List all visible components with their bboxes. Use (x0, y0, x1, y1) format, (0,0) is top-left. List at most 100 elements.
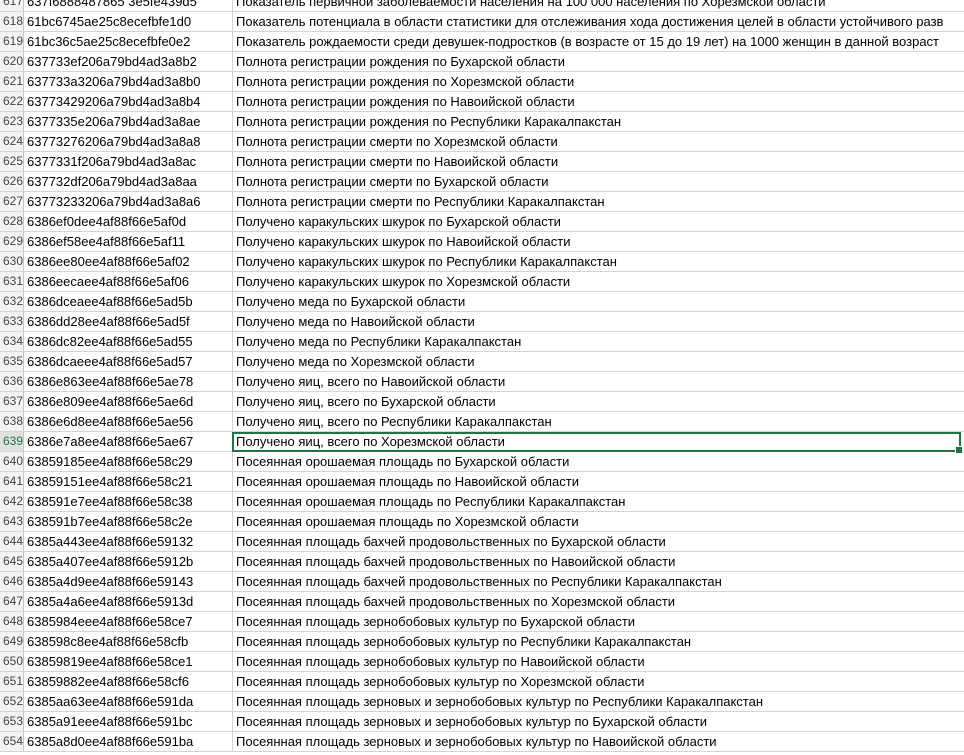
cell-name[interactable]: Посеянная площадь бахчей продовольственн… (233, 532, 964, 551)
cell-id[interactable]: 63859185ee4af88f66e58c29 (24, 452, 233, 471)
cell-id[interactable]: 637732df206a79bd4ad3a8aa (24, 172, 233, 191)
cell-id[interactable]: 6385984eee4af88f66e58ce7 (24, 612, 233, 631)
cell-name[interactable]: Получено меда по Бухарской области (233, 292, 964, 311)
cell-id[interactable]: 6386e7a8ee4af88f66e5ae67 (24, 432, 233, 451)
cell-id[interactable]: 6386ef58ee4af88f66e5af11 (24, 232, 233, 251)
row-header[interactable]: 629 (0, 232, 24, 251)
row-header[interactable]: 631 (0, 272, 24, 291)
cell-id[interactable]: 6386dceaee4af88f66e5ad5b (24, 292, 233, 311)
row-header[interactable]: 638 (0, 412, 24, 431)
row-header[interactable]: 639 (0, 432, 24, 451)
row-header[interactable]: 649 (0, 632, 24, 651)
cell-name[interactable]: Показатель первичной заболеваемости насе… (233, 0, 964, 11)
cell-name[interactable]: Полнота регистрации смерти по Бухарской … (233, 172, 964, 191)
cell-name[interactable]: Посеянная орошаемая площадь по Бухарской… (233, 452, 964, 471)
cell-name[interactable]: Посеянная площадь зерновых и зернобобовы… (233, 692, 964, 711)
row-header[interactable]: 620 (0, 52, 24, 71)
row-header[interactable]: 654 (0, 732, 24, 751)
cell-name[interactable]: Получено меда по Навоийской области (233, 312, 964, 331)
cell-id[interactable]: 6386dc82ee4af88f66e5ad55 (24, 332, 233, 351)
row-header[interactable]: 633 (0, 312, 24, 331)
row-header[interactable]: 640 (0, 452, 24, 471)
cell-id[interactable]: 6377335e206a79bd4ad3a8ae (24, 112, 233, 131)
cell-name[interactable]: Посеянная площадь зерновых и зернобобовы… (233, 732, 964, 751)
cell-id[interactable]: 63859819ee4af88f66e58ce1 (24, 652, 233, 671)
row-header[interactable]: 635 (0, 352, 24, 371)
cell-name[interactable]: Полнота регистрации смерти по Хорезмской… (233, 132, 964, 151)
row-header[interactable]: 641 (0, 472, 24, 491)
cell-id[interactable]: 6385a91eee4af88f66e591bc (24, 712, 233, 731)
cell-id[interactable]: 638591b7ee4af88f66e58c2e (24, 512, 233, 531)
cell-name[interactable]: Получено каракульских шкурок по Республи… (233, 252, 964, 271)
row-header[interactable]: 618 (0, 12, 24, 31)
cell-name[interactable]: Получено каракульских шкурок по Хорезмск… (233, 272, 964, 291)
cell-id[interactable]: 6385a443ee4af88f66e59132 (24, 532, 233, 551)
cell-name[interactable]: Получено яиц, всего по Навоийской област… (233, 372, 964, 391)
cell-name[interactable]: Посеянная площадь бахчей продовольственн… (233, 592, 964, 611)
cell-name[interactable]: Посеянная площадь бахчей продовольственн… (233, 572, 964, 591)
cell-name[interactable]: Получено меда по Хорезмской области (233, 352, 964, 371)
row-header[interactable]: 627 (0, 192, 24, 211)
cell-name[interactable]: Посеянная площадь зернобобовых культур п… (233, 652, 964, 671)
cell-id[interactable]: 6385a4a6ee4af88f66e5913d (24, 592, 233, 611)
row-header[interactable]: 636 (0, 372, 24, 391)
row-header[interactable]: 619 (0, 32, 24, 51)
cell-name[interactable]: Показатель рождаемости среди девушек-под… (233, 32, 964, 51)
cell-id[interactable]: 6386e6d8ee4af88f66e5ae56 (24, 412, 233, 431)
cell-id[interactable]: 6386e863ee4af88f66e5ae78 (24, 372, 233, 391)
row-header[interactable]: 624 (0, 132, 24, 151)
cell-id[interactable]: 6386dd28ee4af88f66e5ad5f (24, 312, 233, 331)
cell-name[interactable]: Полнота регистрации рождения по Бухарско… (233, 52, 964, 71)
cell-id[interactable]: 63773276206a79bd4ad3a8a8 (24, 132, 233, 151)
cell-id[interactable]: 6386ef0dee4af88f66e5af0d (24, 212, 233, 231)
cell-name[interactable]: Посеянная орошаемая площадь по Навоийско… (233, 472, 964, 491)
cell-name[interactable]: Посеянная орошаемая площадь по Республик… (233, 492, 964, 511)
row-header[interactable]: 623 (0, 112, 24, 131)
row-header[interactable]: 648 (0, 612, 24, 631)
row-header[interactable]: 626 (0, 172, 24, 191)
cell-id[interactable]: 6377331f206a79bd4ad3a8ac (24, 152, 233, 171)
row-header[interactable]: 651 (0, 672, 24, 691)
row-header[interactable]: 632 (0, 292, 24, 311)
row-header[interactable]: 643 (0, 512, 24, 531)
row-header[interactable]: 647 (0, 592, 24, 611)
row-header[interactable]: 625 (0, 152, 24, 171)
cell-name[interactable]: Посеянная площадь зернобобовых культур п… (233, 632, 964, 651)
row-header[interactable]: 628 (0, 212, 24, 231)
cell-id[interactable]: 63773429206a79bd4ad3a8b4 (24, 92, 233, 111)
row-header[interactable]: 630 (0, 252, 24, 271)
cell-id[interactable]: 6385aa63ee4af88f66e591da (24, 692, 233, 711)
cell-id[interactable]: 6386e809ee4af88f66e5ae6d (24, 392, 233, 411)
row-header[interactable]: 617 (0, 0, 24, 11)
cell-id[interactable]: 637733ef206a79bd4ad3a8b2 (24, 52, 233, 71)
cell-id[interactable]: 63773233206a79bd4ad3a8a6 (24, 192, 233, 211)
cell-id[interactable]: 6385a4d9ee4af88f66e59143 (24, 572, 233, 591)
cell-name[interactable]: Получено яиц, всего по Республики Карака… (233, 412, 964, 431)
row-header[interactable]: 621 (0, 72, 24, 91)
cell-name[interactable]: Полнота регистрации смерти по Навоийской… (233, 152, 964, 171)
cell-id[interactable]: 6386dcaeee4af88f66e5ad57 (24, 352, 233, 371)
row-header[interactable]: 650 (0, 652, 24, 671)
cell-id[interactable]: 6386ee80ee4af88f66e5af02 (24, 252, 233, 271)
cell-name[interactable]: Посеянная площадь зернобобовых культур п… (233, 672, 964, 691)
cell-name[interactable]: Получено яиц, всего по Бухарской области (233, 392, 964, 411)
cell-name[interactable]: Получено каракульских шкурок по Навоийск… (233, 232, 964, 251)
cell-name[interactable]: Посеянная площадь зерновых и зернобобовы… (233, 712, 964, 731)
row-header[interactable]: 645 (0, 552, 24, 571)
row-header[interactable]: 637 (0, 392, 24, 411)
cell-name[interactable]: Получено меда по Республики Каракалпакст… (233, 332, 964, 351)
row-header[interactable]: 622 (0, 92, 24, 111)
cell-id[interactable]: 63859151ee4af88f66e58c21 (24, 472, 233, 491)
cell-id[interactable]: 637f6888487865 3e5fe439d5 (24, 0, 233, 11)
cell-id[interactable]: 6385a8d0ee4af88f66e591ba (24, 732, 233, 751)
cell-id[interactable]: 63859882ee4af88f66e58cf6 (24, 672, 233, 691)
cell-name[interactable]: Получено яиц, всего по Хорезмской област… (233, 432, 964, 451)
row-header[interactable]: 652 (0, 692, 24, 711)
row-header[interactable]: 642 (0, 492, 24, 511)
cell-id[interactable]: 6386eecaee4af88f66e5af06 (24, 272, 233, 291)
cell-name[interactable]: Полнота регистрации смерти по Республики… (233, 192, 964, 211)
cell-id[interactable]: 637733a3206a79bd4ad3a8b0 (24, 72, 233, 91)
row-header[interactable]: 634 (0, 332, 24, 351)
cell-name[interactable]: Посеянная орошаемая площадь по Хорезмско… (233, 512, 964, 531)
row-header[interactable]: 646 (0, 572, 24, 591)
